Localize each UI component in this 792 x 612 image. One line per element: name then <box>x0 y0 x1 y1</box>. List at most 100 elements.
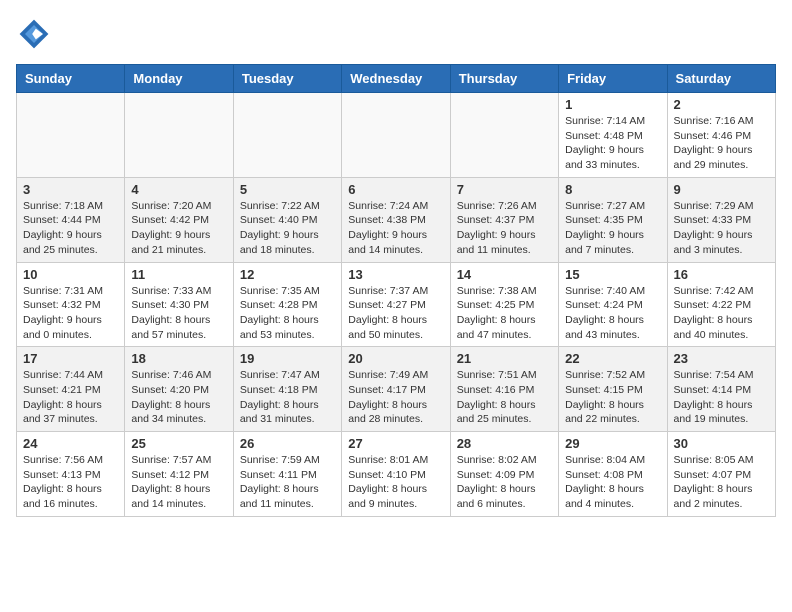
day-info: Sunrise: 8:02 AM Sunset: 4:09 PM Dayligh… <box>457 453 552 512</box>
day-number: 11 <box>131 267 226 282</box>
day-number: 15 <box>565 267 660 282</box>
day-number: 27 <box>348 436 443 451</box>
calendar-cell: 9 Sunrise: 7:29 AM Sunset: 4:33 PM Daylig… <box>667 177 775 262</box>
calendar-cell: 8 Sunrise: 7:27 AM Sunset: 4:35 PM Daylig… <box>559 177 667 262</box>
calendar-cell: 18Sunrise: 7:46 AM Sunset: 4:20 PM Dayli… <box>125 347 233 432</box>
calendar-cell: 19 Sunrise: 7:47 AM Sunset: 4:18 PM Dayli… <box>233 347 341 432</box>
calendar-cell: 5 Sunrise: 7:22 AM Sunset: 4:40 PM Daylig… <box>233 177 341 262</box>
day-info: Sunrise: 7:51 AM Sunset: 4:16 PM Dayligh… <box>457 368 552 427</box>
day-number: 22 <box>565 351 660 366</box>
day-info: Sunrise: 7:46 AM Sunset: 4:20 PM Dayligh… <box>131 368 226 427</box>
calendar-header-sunday: Sunday <box>17 65 125 93</box>
calendar-cell <box>125 93 233 178</box>
calendar-cell <box>17 93 125 178</box>
calendar-cell: 16 Sunrise: 7:42 AM Sunset: 4:22 PM Dayli… <box>667 262 775 347</box>
calendar-cell: 11 Sunrise: 7:33 AM Sunset: 4:30 PM Dayli… <box>125 262 233 347</box>
day-number: 29 <box>565 436 660 451</box>
day-number: 8 <box>565 182 660 197</box>
day-number: 3 <box>23 182 118 197</box>
day-info: Sunrise: 7:57 AM Sunset: 4:12 PM Dayligh… <box>131 453 226 512</box>
calendar-header-wednesday: Wednesday <box>342 65 450 93</box>
calendar-week-row: 3 Sunrise: 7:18 AM Sunset: 4:44 PM Daylig… <box>17 177 776 262</box>
day-number: 12 <box>240 267 335 282</box>
calendar-cell: 13 Sunrise: 7:37 AM Sunset: 4:27 PM Dayli… <box>342 262 450 347</box>
day-number: 14 <box>457 267 552 282</box>
calendar-cell: 2Sunrise: 7:16 AM Sunset: 4:46 PM Daylig… <box>667 93 775 178</box>
day-number: 2 <box>674 97 769 112</box>
calendar-week-row: 10Sunrise: 7:31 AM Sunset: 4:32 PM Dayli… <box>17 262 776 347</box>
day-number: 19 <box>240 351 335 366</box>
calendar-cell: 6 Sunrise: 7:24 AM Sunset: 4:38 PM Daylig… <box>342 177 450 262</box>
calendar-header-thursday: Thursday <box>450 65 558 93</box>
logo-icon <box>16 16 52 52</box>
day-info: Sunrise: 7:56 AM Sunset: 4:13 PM Dayligh… <box>23 453 118 512</box>
day-info: Sunrise: 7:44 AM Sunset: 4:21 PM Dayligh… <box>23 368 118 427</box>
page-header <box>16 16 776 52</box>
day-number: 10 <box>23 267 118 282</box>
day-info: Sunrise: 8:04 AM Sunset: 4:08 PM Dayligh… <box>565 453 660 512</box>
day-number: 13 <box>348 267 443 282</box>
day-info: Sunrise: 7:24 AM Sunset: 4:38 PM Dayligh… <box>348 199 443 258</box>
day-info: Sunrise: 7:38 AM Sunset: 4:25 PM Dayligh… <box>457 284 552 343</box>
calendar-cell: 10Sunrise: 7:31 AM Sunset: 4:32 PM Dayli… <box>17 262 125 347</box>
calendar-cell: 20 Sunrise: 7:49 AM Sunset: 4:17 PM Dayli… <box>342 347 450 432</box>
calendar-cell: 3 Sunrise: 7:18 AM Sunset: 4:44 PM Daylig… <box>17 177 125 262</box>
day-info: Sunrise: 7:33 AM Sunset: 4:30 PM Dayligh… <box>131 284 226 343</box>
calendar-cell: 23Sunrise: 7:54 AM Sunset: 4:14 PM Dayli… <box>667 347 775 432</box>
calendar-cell: 27 Sunrise: 8:01 AM Sunset: 4:10 PM Dayli… <box>342 432 450 517</box>
calendar-header-tuesday: Tuesday <box>233 65 341 93</box>
calendar-cell: 4 Sunrise: 7:20 AM Sunset: 4:42 PM Daylig… <box>125 177 233 262</box>
day-number: 1 <box>565 97 660 112</box>
calendar-table: SundayMondayTuesdayWednesdayThursdayFrid… <box>16 64 776 517</box>
calendar-cell <box>450 93 558 178</box>
calendar-cell: 12 Sunrise: 7:35 AM Sunset: 4:28 PM Dayli… <box>233 262 341 347</box>
day-info: Sunrise: 7:47 AM Sunset: 4:18 PM Dayligh… <box>240 368 335 427</box>
calendar-cell <box>233 93 341 178</box>
calendar-cell: 14 Sunrise: 7:38 AM Sunset: 4:25 PM Dayli… <box>450 262 558 347</box>
calendar-cell: 15 Sunrise: 7:40 AM Sunset: 4:24 PM Dayli… <box>559 262 667 347</box>
calendar-cell: 7Sunrise: 7:26 AM Sunset: 4:37 PM Daylig… <box>450 177 558 262</box>
calendar-week-row: 1 Sunrise: 7:14 AM Sunset: 4:48 PM Daylig… <box>17 93 776 178</box>
day-number: 26 <box>240 436 335 451</box>
day-info: Sunrise: 8:01 AM Sunset: 4:10 PM Dayligh… <box>348 453 443 512</box>
day-info: Sunrise: 7:37 AM Sunset: 4:27 PM Dayligh… <box>348 284 443 343</box>
day-number: 16 <box>674 267 769 282</box>
day-number: 30 <box>674 436 769 451</box>
logo <box>16 16 58 52</box>
day-info: Sunrise: 7:26 AM Sunset: 4:37 PM Dayligh… <box>457 199 552 258</box>
day-info: Sunrise: 7:35 AM Sunset: 4:28 PM Dayligh… <box>240 284 335 343</box>
day-info: Sunrise: 7:42 AM Sunset: 4:22 PM Dayligh… <box>674 284 769 343</box>
calendar-week-row: 24 Sunrise: 7:56 AM Sunset: 4:13 PM Dayli… <box>17 432 776 517</box>
calendar-cell: 25 Sunrise: 7:57 AM Sunset: 4:12 PM Dayli… <box>125 432 233 517</box>
day-info: Sunrise: 7:52 AM Sunset: 4:15 PM Dayligh… <box>565 368 660 427</box>
day-info: Sunrise: 7:18 AM Sunset: 4:44 PM Dayligh… <box>23 199 118 258</box>
calendar-header-saturday: Saturday <box>667 65 775 93</box>
day-info: Sunrise: 7:29 AM Sunset: 4:33 PM Dayligh… <box>674 199 769 258</box>
day-number: 28 <box>457 436 552 451</box>
day-info: Sunrise: 7:27 AM Sunset: 4:35 PM Dayligh… <box>565 199 660 258</box>
calendar-week-row: 17 Sunrise: 7:44 AM Sunset: 4:21 PM Dayli… <box>17 347 776 432</box>
day-info: Sunrise: 7:22 AM Sunset: 4:40 PM Dayligh… <box>240 199 335 258</box>
day-number: 20 <box>348 351 443 366</box>
day-info: Sunrise: 7:20 AM Sunset: 4:42 PM Dayligh… <box>131 199 226 258</box>
calendar-cell: 21 Sunrise: 7:51 AM Sunset: 4:16 PM Dayli… <box>450 347 558 432</box>
day-number: 17 <box>23 351 118 366</box>
calendar-header-friday: Friday <box>559 65 667 93</box>
day-number: 21 <box>457 351 552 366</box>
calendar-cell: 30Sunrise: 8:05 AM Sunset: 4:07 PM Dayli… <box>667 432 775 517</box>
calendar-cell: 28 Sunrise: 8:02 AM Sunset: 4:09 PM Dayli… <box>450 432 558 517</box>
day-info: Sunrise: 7:40 AM Sunset: 4:24 PM Dayligh… <box>565 284 660 343</box>
day-info: Sunrise: 7:14 AM Sunset: 4:48 PM Dayligh… <box>565 114 660 173</box>
day-number: 5 <box>240 182 335 197</box>
calendar-cell: 24 Sunrise: 7:56 AM Sunset: 4:13 PM Dayli… <box>17 432 125 517</box>
day-number: 9 <box>674 182 769 197</box>
day-info: Sunrise: 7:49 AM Sunset: 4:17 PM Dayligh… <box>348 368 443 427</box>
day-info: Sunrise: 7:54 AM Sunset: 4:14 PM Dayligh… <box>674 368 769 427</box>
calendar-header-monday: Monday <box>125 65 233 93</box>
calendar-cell: 26Sunrise: 7:59 AM Sunset: 4:11 PM Dayli… <box>233 432 341 517</box>
day-number: 4 <box>131 182 226 197</box>
day-number: 24 <box>23 436 118 451</box>
day-number: 25 <box>131 436 226 451</box>
calendar-cell: 17 Sunrise: 7:44 AM Sunset: 4:21 PM Dayli… <box>17 347 125 432</box>
day-number: 6 <box>348 182 443 197</box>
